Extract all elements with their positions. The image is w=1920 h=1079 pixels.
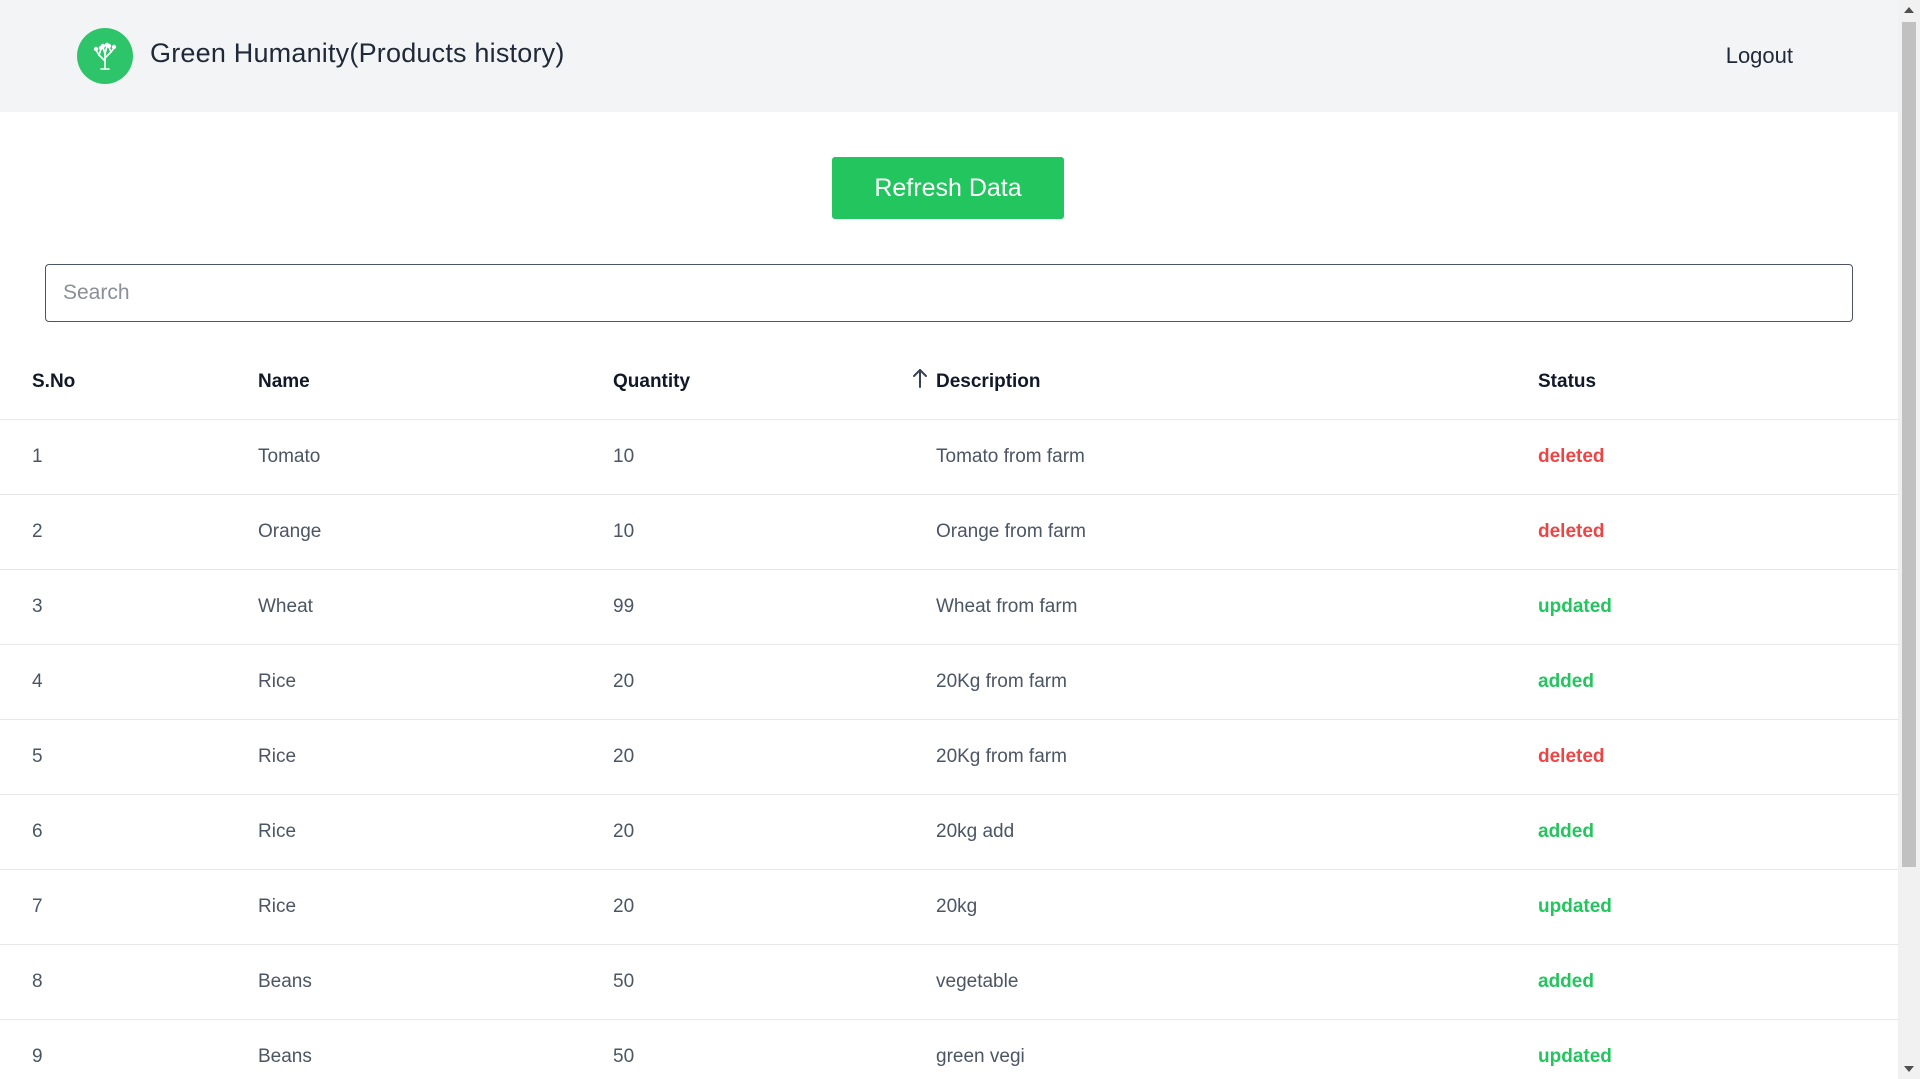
table-row[interactable]: 6 Rice 20 20kg add added bbox=[0, 795, 1898, 870]
cell-description: 20kg add bbox=[936, 821, 1015, 842]
status-badge: deleted bbox=[1538, 746, 1605, 767]
column-header-sno[interactable]: S.No bbox=[32, 345, 75, 419]
cell-name: Rice bbox=[258, 821, 297, 842]
cell-quantity: 10 bbox=[613, 521, 635, 542]
table-row[interactable]: 5 Rice 20 20Kg from farm deleted bbox=[0, 720, 1898, 795]
vertical-scrollbar[interactable] bbox=[1898, 0, 1920, 1079]
cell-sno: 6 bbox=[32, 821, 43, 842]
column-header-status[interactable]: Status bbox=[1538, 345, 1596, 419]
table-row[interactable]: 7 Rice 20 20kg updated bbox=[0, 870, 1898, 945]
status-badge: added bbox=[1538, 821, 1594, 842]
app-title: Green Humanity(Products history) bbox=[150, 38, 565, 68]
cell-name: Tomato bbox=[258, 446, 321, 467]
refresh-data-button[interactable]: Refresh Data bbox=[832, 157, 1064, 219]
cell-quantity: 50 bbox=[613, 971, 635, 992]
cell-quantity: 20 bbox=[613, 896, 635, 917]
cell-sno: 1 bbox=[32, 446, 43, 467]
cell-name: Beans bbox=[258, 971, 312, 992]
cell-sno: 4 bbox=[32, 671, 43, 692]
table-header-row: S.No Name Quantity Description Status bbox=[0, 345, 1898, 420]
cell-description: 20Kg from farm bbox=[936, 671, 1067, 692]
cell-quantity: 20 bbox=[613, 671, 635, 692]
cell-sno: 8 bbox=[32, 971, 43, 992]
cell-quantity: 20 bbox=[613, 821, 635, 842]
cell-name: Beans bbox=[258, 1046, 312, 1067]
cell-description: Orange from farm bbox=[936, 521, 1086, 542]
table-row[interactable]: 4 Rice 20 20Kg from farm added bbox=[0, 645, 1898, 720]
status-badge: updated bbox=[1538, 596, 1612, 617]
table-row[interactable]: 9 Beans 50 green vegi updated bbox=[0, 1020, 1898, 1079]
search-input[interactable] bbox=[45, 264, 1853, 322]
status-badge: updated bbox=[1538, 896, 1612, 917]
cell-quantity: 99 bbox=[613, 596, 635, 617]
cell-description: Wheat from farm bbox=[936, 596, 1078, 617]
cell-sno: 7 bbox=[32, 896, 43, 917]
status-badge: added bbox=[1538, 971, 1594, 992]
cell-name: Rice bbox=[258, 746, 297, 767]
cell-description: 20Kg from farm bbox=[936, 746, 1067, 767]
cell-name: Rice bbox=[258, 896, 297, 917]
status-badge: updated bbox=[1538, 1046, 1612, 1067]
cell-description: green vegi bbox=[936, 1046, 1025, 1067]
cell-name: Wheat bbox=[258, 596, 313, 617]
tree-icon[interactable] bbox=[77, 28, 133, 84]
status-badge: added bbox=[1538, 671, 1594, 692]
status-badge: deleted bbox=[1538, 446, 1605, 467]
table-row[interactable]: 2 Orange 10 Orange from farm deleted bbox=[0, 495, 1898, 570]
top-navbar: Green Humanity(Products history) Logout bbox=[0, 0, 1898, 112]
cell-name: Rice bbox=[258, 671, 297, 692]
cell-quantity: 50 bbox=[613, 1046, 635, 1067]
status-badge: deleted bbox=[1538, 521, 1605, 542]
logout-link[interactable]: Logout bbox=[1726, 43, 1793, 69]
table-row[interactable]: 1 Tomato 10 Tomato from farm deleted bbox=[0, 420, 1898, 495]
table-body: 1 Tomato 10 Tomato from farm deleted 2 Orange 1… bbox=[0, 420, 1898, 1079]
scroll-up-icon[interactable] bbox=[1898, 0, 1920, 20]
table-row[interactable]: 3 Wheat 99 Wheat from farm updated bbox=[0, 570, 1898, 645]
cell-sno: 2 bbox=[32, 521, 43, 542]
scrollbar-thumb[interactable] bbox=[1902, 22, 1916, 867]
main-content: Green Humanity(Products history) Logout … bbox=[0, 0, 1898, 1079]
products-history-table: S.No Name Quantity Description Status 1 T… bbox=[0, 345, 1898, 1079]
column-header-name[interactable]: Name bbox=[258, 345, 310, 419]
cell-sno: 5 bbox=[32, 746, 43, 767]
column-header-quantity[interactable]: Quantity bbox=[613, 345, 690, 419]
cell-sno: 3 bbox=[32, 596, 43, 617]
cell-sno: 9 bbox=[32, 1046, 43, 1067]
cell-description: Tomato from farm bbox=[936, 446, 1085, 467]
cell-name: Orange bbox=[258, 521, 322, 542]
scroll-down-icon[interactable] bbox=[1898, 1059, 1920, 1079]
table-row[interactable]: 8 Beans 50 vegetable added bbox=[0, 945, 1898, 1020]
column-header-description[interactable]: Description bbox=[936, 345, 1041, 419]
cell-description: 20kg bbox=[936, 896, 978, 917]
page: Green Humanity(Products history) Logout … bbox=[0, 0, 1920, 1079]
arrow-up-icon[interactable] bbox=[912, 367, 928, 389]
cell-quantity: 10 bbox=[613, 446, 635, 467]
cell-quantity: 20 bbox=[613, 746, 635, 767]
cell-description: vegetable bbox=[936, 971, 1019, 992]
